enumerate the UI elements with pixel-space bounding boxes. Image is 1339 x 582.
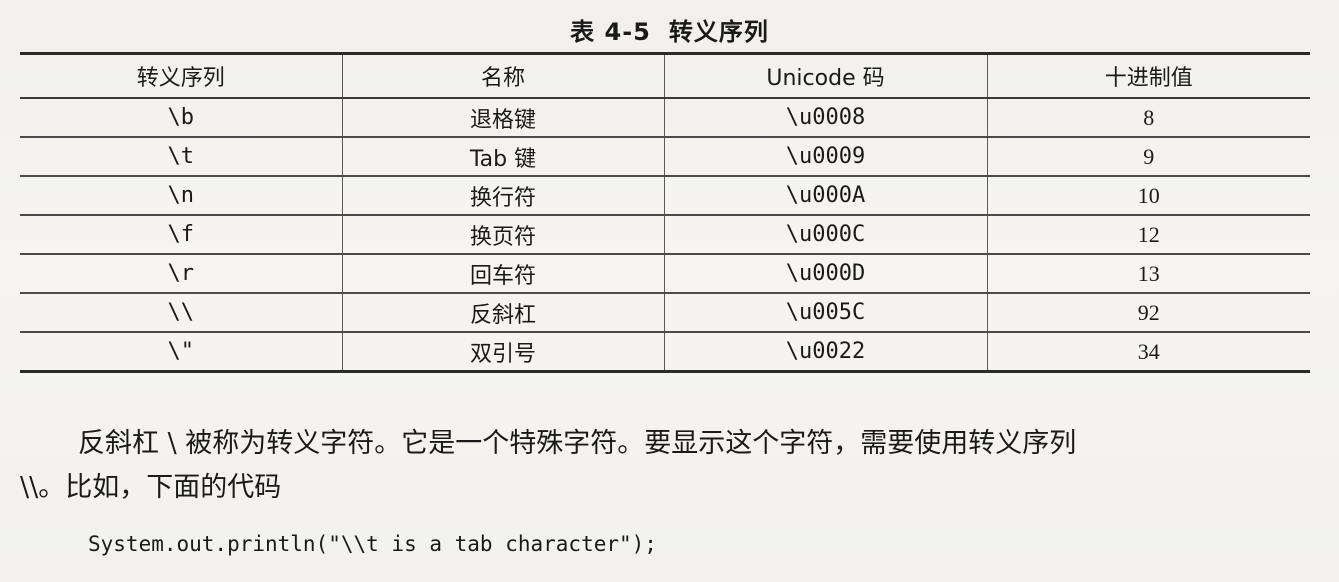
header-decimal: 十进制值 [986,52,1310,99]
unicode-cell: \u005C [663,293,987,333]
table-row: \n 换行符 \u000A 10 [20,176,1310,216]
escape-sequence-table: 转义序列 名称 Unicode 码 十进制值 \b 退格键 \u0008 8 \… [20,52,1310,373]
table-row: \\ 反斜杠 \u005C 92 [20,293,1310,333]
header-unicode: Unicode 码 [663,52,987,99]
escape-cell: \r [20,254,342,294]
table-row: \r 回车符 \u000D 13 [20,254,1310,294]
unicode-cell: \u0022 [663,332,987,373]
unicode-cell: \u0008 [663,98,987,138]
header-name: 名称 [341,52,664,99]
unicode-cell: \u000C [663,215,987,255]
decimal-cell: 13 [986,254,1310,294]
body-paragraph-line-2: \\。比如，下面的代码 [20,472,282,503]
table-row: \" 双引号 \u0022 34 [20,332,1310,373]
escape-cell: \f [20,215,342,255]
decimal-cell: 9 [986,137,1310,177]
decimal-cell: 92 [986,293,1310,333]
table-caption: 表 4-5 转义序列 [0,12,1339,47]
decimal-cell: 8 [986,98,1310,138]
table-header-row: 转义序列 名称 Unicode 码 十进制值 [20,52,1310,99]
name-cell: 换行符 [341,176,664,216]
decimal-cell: 12 [986,215,1310,255]
unicode-cell: \u0009 [663,137,987,177]
decimal-cell: 10 [986,176,1310,216]
name-cell: Tab 键 [341,137,664,177]
table-number: 表 4-5 [570,18,651,46]
code-example: System.out.println("\\t is a tab charact… [88,532,657,556]
table-row: \t Tab 键 \u0009 9 [20,137,1310,177]
escape-cell: \n [20,176,342,216]
table-row: \f 换页符 \u000C 12 [20,215,1310,255]
escape-cell: \b [20,98,342,138]
body-paragraph-line-1: 反斜杠 \ 被称为转义字符。它是一个特殊字符。要显示这个字符，需要使用转义序列 [78,428,1077,459]
book-page: 表 4-5 转义序列 转义序列 名称 Unicode 码 十进制值 \b 退格键 … [0,0,1339,582]
header-escape-sequence: 转义序列 [20,52,342,99]
escape-cell: \\ [20,293,342,333]
table-row: \b 退格键 \u0008 8 [20,98,1310,138]
name-cell: 换页符 [341,215,664,255]
unicode-cell: \u000A [663,176,987,216]
name-cell: 双引号 [341,332,664,373]
decimal-cell: 34 [986,332,1310,373]
name-cell: 反斜杠 [341,293,664,333]
escape-cell: \t [20,137,342,177]
name-cell: 退格键 [341,98,664,138]
unicode-cell: \u000D [663,254,987,294]
table-title: 转义序列 [668,18,769,46]
name-cell: 回车符 [341,254,664,294]
escape-cell: \" [20,332,342,373]
